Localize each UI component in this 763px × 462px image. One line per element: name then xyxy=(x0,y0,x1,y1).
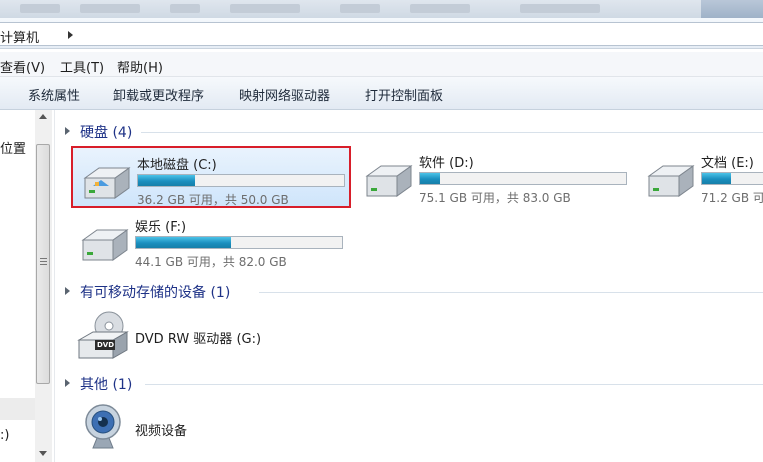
drive-e[interactable]: 文档 (E:) 71.2 GB 可用 xyxy=(637,146,763,208)
drive-c[interactable]: 本地磁盘 (C:) 36.2 GB 可用，共 50.0 GB xyxy=(71,146,351,208)
hard-drive-icon xyxy=(365,165,413,197)
drive-free-space: 36.2 GB 可用，共 50.0 GB xyxy=(137,193,289,207)
grip-line xyxy=(40,258,47,259)
map-network-drive-button[interactable]: 映射网络驱动器 xyxy=(239,85,330,104)
blurred-title-fragment xyxy=(170,4,200,13)
window-control-button[interactable] xyxy=(701,0,763,18)
drive-name: 软件 (D:) xyxy=(419,156,474,171)
hard-drive-icon xyxy=(647,165,695,197)
dvd-drive-icon xyxy=(77,311,129,359)
drive-usage-bar xyxy=(419,172,627,185)
collapse-triangle-icon[interactable] xyxy=(65,287,70,295)
menu-help[interactable]: 帮助(H) xyxy=(117,57,163,76)
drive-usage-bar xyxy=(701,172,763,185)
hard-drive-icon xyxy=(83,167,131,199)
hard-drive-icon xyxy=(81,229,129,261)
scroll-thumb[interactable] xyxy=(36,144,50,384)
blurred-title-fragment xyxy=(20,4,60,13)
breadcrumb-chevron-icon[interactable] xyxy=(68,31,73,39)
nav-item-location[interactable]: 位置 xyxy=(0,138,26,157)
drive-free-space: 75.1 GB 可用，共 83.0 GB xyxy=(419,191,571,205)
device-name: 视频设备 xyxy=(135,424,188,439)
nav-item-selected[interactable] xyxy=(0,398,36,420)
title-bar xyxy=(0,0,763,18)
drive-usage-bar xyxy=(135,236,343,249)
blurred-title-fragment xyxy=(410,4,470,13)
drive-name: 娱乐 (F:) xyxy=(135,220,187,235)
drive-usage-fill xyxy=(138,175,195,186)
menu-view[interactable]: 查看(V) xyxy=(0,57,45,76)
dvd-logo-text: DVD xyxy=(97,341,115,349)
webcam-icon xyxy=(85,404,121,449)
open-control-panel-button[interactable]: 打开控制面板 xyxy=(365,85,443,104)
group-divider xyxy=(259,292,763,293)
drive-free-space: 71.2 GB 可用 xyxy=(701,191,763,205)
drive-usage-fill xyxy=(702,173,731,184)
group-divider xyxy=(145,384,763,385)
drive-f[interactable]: 娱乐 (F:) 44.1 GB 可用，共 82.0 GB xyxy=(71,210,351,272)
blurred-title-fragment xyxy=(520,4,600,13)
grip-line xyxy=(40,264,47,265)
nav-scrollbar[interactable] xyxy=(35,110,52,462)
drive-usage-bar xyxy=(137,174,345,187)
menu-bar: 查看(V) 工具(T) 帮助(H) xyxy=(0,52,763,77)
collapse-triangle-icon[interactable] xyxy=(65,127,70,135)
device-name: DVD RW 驱动器 (G:) xyxy=(135,332,262,347)
video-device[interactable]: 视频设备 xyxy=(71,402,271,454)
collapse-triangle-icon[interactable] xyxy=(65,379,70,387)
address-box[interactable]: 计算机 xyxy=(0,22,763,46)
grip-line xyxy=(40,261,47,262)
breadcrumb-computer[interactable]: 计算机 xyxy=(0,27,39,46)
drive-name: 文档 (E:) xyxy=(701,156,754,171)
system-properties-button[interactable]: 系统属性 xyxy=(28,85,80,104)
scroll-up-arrow-icon[interactable] xyxy=(39,114,47,119)
dvd-drive[interactable]: DVD DVD RW 驱动器 (G:) xyxy=(71,310,331,362)
group-divider xyxy=(141,132,763,133)
drive-name: 本地磁盘 (C:) xyxy=(137,158,217,173)
nav-item-drive[interactable]: :) xyxy=(0,428,9,443)
blurred-title-fragment xyxy=(230,4,300,13)
drive-usage-fill xyxy=(136,237,231,248)
uninstall-program-button[interactable]: 卸载或更改程序 xyxy=(113,85,204,104)
command-bar: 系统属性 卸载或更改程序 映射网络驱动器 打开控制面板 xyxy=(0,77,763,110)
menu-tools[interactable]: 工具(T) xyxy=(60,57,104,76)
drive-d[interactable]: 软件 (D:) 75.1 GB 可用，共 83.0 GB xyxy=(355,146,635,208)
scroll-down-arrow-icon[interactable] xyxy=(39,451,47,456)
drive-free-space: 44.1 GB 可用，共 82.0 GB xyxy=(135,255,287,269)
content-area: 硬盘 (4) 本地磁盘 (C:) 36.2 GB 可用，共 50.0 GB 软件… xyxy=(55,110,763,462)
drive-usage-fill xyxy=(420,173,440,184)
blurred-title-fragment xyxy=(80,4,140,13)
address-bar: 计算机 xyxy=(0,18,763,49)
blurred-title-fragment xyxy=(340,4,380,13)
